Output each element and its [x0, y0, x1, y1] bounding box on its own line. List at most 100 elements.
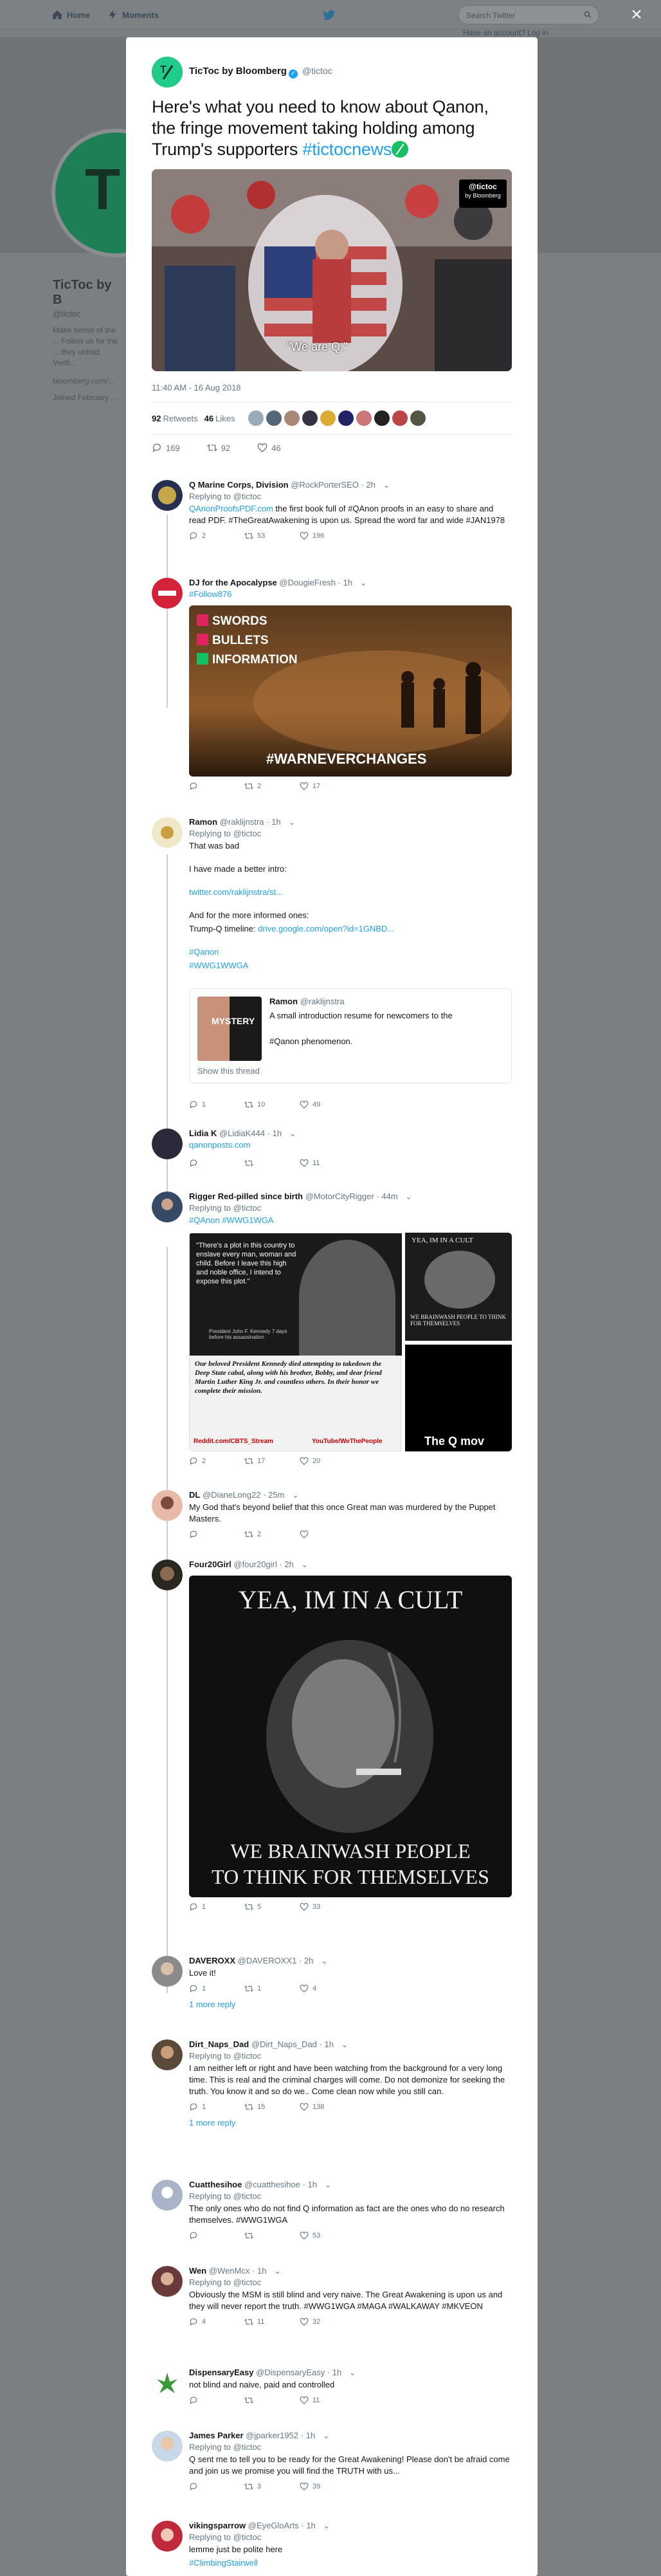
reply-author-handle[interactable]: @DAVEROXX1 — [238, 1956, 297, 1965]
hashtag-link[interactable]: #tictocnews — [302, 140, 392, 159]
avatar[interactable] — [152, 480, 183, 511]
avatar[interactable] — [152, 2180, 183, 2211]
close-icon[interactable]: × — [628, 5, 646, 24]
replying-to[interactable]: Replying to @tictoc — [189, 492, 512, 501]
reply-author-handle[interactable]: @DispensaryEasy — [256, 2368, 325, 2377]
profile-site[interactable]: bloomberg.com/... — [53, 376, 123, 385]
twitter-bird-icon[interactable] — [321, 8, 336, 22]
reply-author-handle[interactable]: @four20girl — [233, 1559, 276, 1569]
like-button[interactable]: 53 — [300, 2231, 323, 2240]
like-button[interactable]: 46 — [257, 443, 281, 453]
reply-author-handle[interactable]: @RockPorterSEO — [291, 480, 359, 490]
quote-author-name[interactable]: Ramon — [269, 997, 298, 1006]
reply-author-name[interactable]: Cuatthesihoe — [189, 2180, 242, 2189]
reply-time[interactable]: 44m — [381, 1191, 397, 1201]
author-name[interactable]: TicToc by Bloomberg — [189, 66, 287, 77]
chevron-down-icon[interactable]: ⌄ — [360, 578, 367, 587]
chevron-down-icon[interactable]: ⌄ — [289, 818, 295, 827]
reply-image[interactable]: YEA, IM IN A CULT WE BRAINWASH PEOPLE TO… — [189, 1576, 512, 1897]
reply-author-handle[interactable]: @WenMcx — [209, 2266, 250, 2276]
reply-time[interactable]: 1h — [332, 2368, 341, 2377]
main-tweet-image[interactable]: "We are Q." @tictoc by Bloomberg — [152, 169, 512, 371]
like-button[interactable]: 33 — [300, 1902, 323, 1911]
nav-moments[interactable]: Moments — [107, 9, 159, 21]
chevron-down-icon[interactable]: ⌄ — [325, 2180, 331, 2189]
reply-button[interactable]: 1 — [189, 1100, 212, 1109]
reply-button[interactable]: 2 — [189, 531, 212, 540]
reply-author-handle[interactable]: @DougieFresh — [279, 578, 336, 587]
hashtag-link[interactable]: #Qanon — [189, 946, 512, 958]
avatar[interactable] — [152, 1490, 183, 1521]
like-button[interactable]: 196 — [300, 531, 324, 540]
reply-button[interactable]: 1 — [189, 1984, 212, 1993]
chevron-down-icon[interactable]: ⌄ — [383, 481, 390, 490]
like-button[interactable]: 49 — [300, 1100, 323, 1109]
likes-stat[interactable]: 46 Likes — [204, 414, 235, 423]
reply-image-grid[interactable]: "There's a plot in this country to ensla… — [189, 1233, 512, 1451]
replying-to[interactable]: Replying to @tictoc — [189, 829, 512, 838]
like-button[interactable] — [300, 1530, 323, 1539]
chevron-down-icon[interactable]: ⌄ — [274, 2267, 280, 2276]
chevron-down-icon[interactable]: ⌄ — [406, 1192, 412, 1201]
avatar[interactable] — [152, 2266, 183, 2297]
reply-author-name[interactable]: Ramon — [189, 817, 217, 827]
like-button[interactable]: 138 — [300, 2102, 324, 2111]
reply-author-name[interactable]: Lidia K — [189, 1128, 217, 1138]
cult-thumbnail[interactable]: YEA, IM IN A CULT WE BRAINWASH PEOPLE TO… — [405, 1233, 512, 1341]
replying-to[interactable]: Replying to @tictoc — [189, 2532, 512, 2542]
avatar[interactable] — [152, 2521, 183, 2552]
show-thread-link[interactable]: Show this thread — [197, 1066, 260, 1076]
reply-time[interactable]: 1h — [271, 817, 280, 827]
avatar[interactable] — [152, 2431, 183, 2461]
replying-to[interactable]: Replying to @tictoc — [189, 2277, 512, 2287]
replying-to[interactable]: Replying to @tictoc — [189, 2442, 512, 2452]
reply-author-name[interactable]: Wen — [189, 2266, 206, 2276]
retweet-button[interactable]: 2 — [244, 1530, 267, 1539]
avatar[interactable] — [374, 410, 390, 426]
chevron-down-icon[interactable]: ⌄ — [341, 2040, 348, 2049]
retweet-button[interactable]: 17 — [244, 1457, 267, 1466]
retweet-button[interactable]: 11 — [244, 2317, 267, 2326]
retweet-button[interactable]: 10 — [244, 1100, 267, 1109]
reply-link[interactable]: QAnonProofsPDF.com — [189, 504, 273, 513]
like-button[interactable]: 32 — [300, 2317, 323, 2326]
reply-link[interactable]: twitter.com/raklijnstra/st... — [189, 887, 512, 898]
like-button[interactable]: 11 — [300, 1159, 323, 1168]
avatar[interactable] — [338, 410, 354, 426]
more-replies-link[interactable]: 1 more reply — [189, 2118, 512, 2128]
reply-time[interactable]: 2h — [304, 1956, 313, 1965]
chevron-down-icon[interactable]: ⌄ — [292, 1491, 298, 1500]
like-button[interactable]: 17 — [300, 782, 323, 791]
reply-time[interactable]: 25m — [268, 1490, 284, 1500]
avatar[interactable] — [152, 578, 183, 609]
avatar[interactable] — [152, 2368, 183, 2398]
avatar[interactable] — [302, 410, 318, 426]
nav-home[interactable]: Home — [51, 9, 90, 21]
reply-button[interactable]: 1 — [189, 1902, 212, 1911]
replying-to[interactable]: Replying to @tictoc — [189, 1203, 512, 1213]
reply-button[interactable] — [189, 1159, 212, 1168]
avatar[interactable] — [152, 1128, 183, 1159]
like-button[interactable]: 39 — [300, 2482, 323, 2491]
jfk-image[interactable]: "There's a plot in this country to ensla… — [189, 1233, 402, 1451]
replying-to[interactable]: Replying to @tictoc — [189, 2051, 512, 2061]
reply-link[interactable]: drive.google.com/open?id=1GNBD... — [258, 924, 394, 934]
avatar[interactable]: T — [152, 57, 183, 87]
reply-author-name[interactable]: DispensaryEasy — [189, 2368, 253, 2377]
retweet-button[interactable] — [244, 2396, 267, 2405]
reply-time[interactable]: 1h — [307, 2180, 316, 2189]
chevron-down-icon[interactable]: ⌄ — [349, 2368, 356, 2377]
search-input[interactable]: Search Twitter — [458, 5, 599, 24]
reply-time[interactable]: 1h — [306, 2431, 315, 2440]
reply-author-name[interactable]: Four20Girl — [189, 1559, 231, 1569]
reply-time[interactable]: 1h — [257, 2266, 266, 2276]
reply-author-name[interactable]: James Parker — [189, 2431, 244, 2440]
avatar[interactable] — [152, 1559, 183, 1590]
retweet-button[interactable]: 2 — [244, 782, 267, 791]
avatar[interactable] — [248, 410, 264, 426]
retweet-button[interactable]: 15 — [244, 2102, 267, 2111]
chevron-down-icon[interactable]: ⌄ — [323, 2431, 329, 2440]
reply-button[interactable]: 169 — [152, 443, 180, 453]
search-icon[interactable] — [583, 10, 592, 19]
reply-time[interactable]: 1h — [343, 578, 352, 587]
